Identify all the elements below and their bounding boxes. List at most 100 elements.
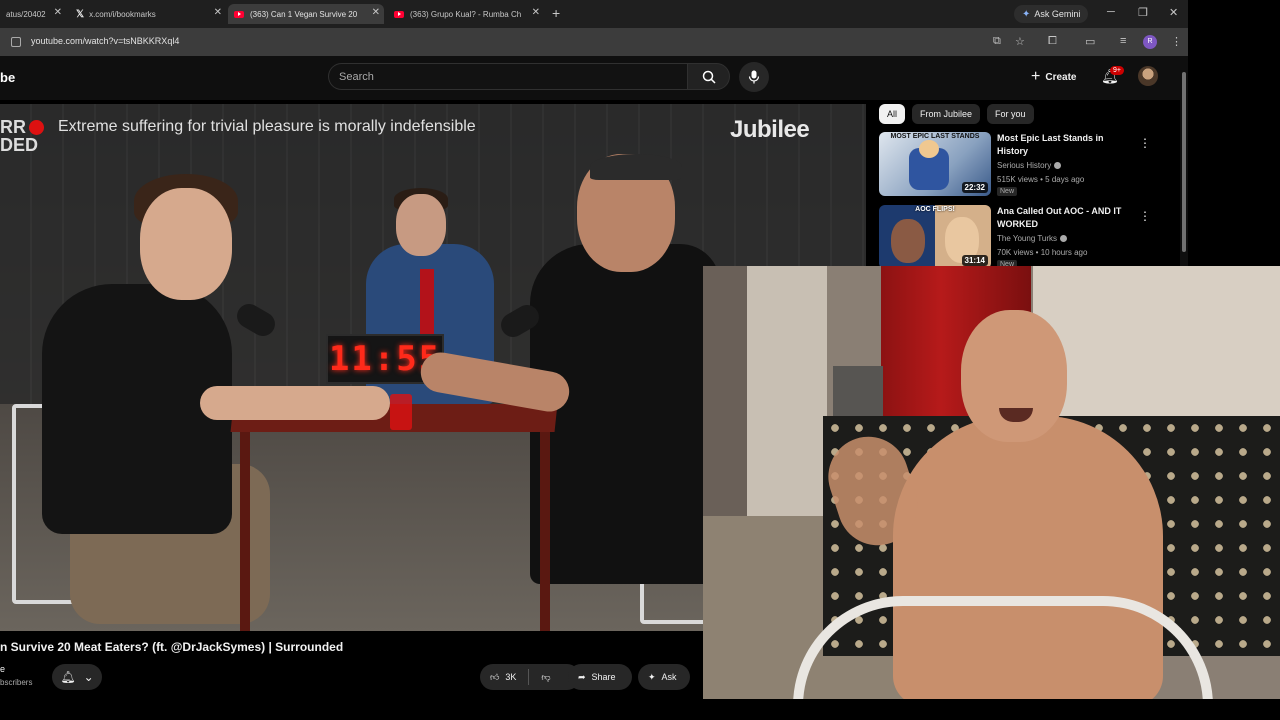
close-window-icon[interactable]: ✕ xyxy=(1169,6,1178,19)
tab-x-bookmarks[interactable]: 𝕏 x.com/i/bookmarks ✕ xyxy=(70,4,226,24)
page-scrollbar[interactable] xyxy=(1180,56,1188,266)
white-chair xyxy=(793,596,1213,699)
verified-check-icon xyxy=(1060,235,1068,243)
room-door xyxy=(747,266,827,526)
video-title: n Survive 20 Meat Eaters? (ft. @DrJackSy… xyxy=(0,640,344,654)
chip-from-jubilee[interactable]: From Jubilee xyxy=(912,104,981,124)
create-label: Create xyxy=(1045,71,1077,83)
recommendation-item[interactable]: MOST EPIC LAST STANDS 22:32 Most Epic La… xyxy=(879,132,1169,196)
voice-search-button[interactable] xyxy=(739,62,769,92)
close-icon[interactable]: ✕ xyxy=(214,7,222,18)
tab-label: (363) Grupo Kual? - Rumba Ch xyxy=(410,9,522,19)
more-menu-icon[interactable]: ⋮ xyxy=(1171,35,1182,48)
account-avatar[interactable] xyxy=(1138,66,1158,86)
video-thumbnail[interactable]: AOC FLIPS! 31:14 xyxy=(879,205,991,269)
tab-label: atus/20402 xyxy=(6,9,46,19)
restore-icon[interactable]: ❐ xyxy=(1138,6,1148,19)
channel-name[interactable]: e xyxy=(0,664,5,674)
url-field[interactable]: youtube.com/watch?v=tsNBKKRXql4 xyxy=(31,36,179,46)
table-leg xyxy=(240,432,250,631)
recommendation-channel[interactable]: The Young Turks xyxy=(997,234,1068,243)
thumbs-up-icon[interactable]: 👍︎ xyxy=(490,672,499,683)
like-count[interactable]: 3K xyxy=(505,672,516,682)
share-button[interactable]: ➦ Share xyxy=(568,664,632,690)
sidebar-icon[interactable]: ▭ xyxy=(1085,35,1095,48)
video-duration: 22:32 xyxy=(961,182,988,193)
left-debater-head xyxy=(140,188,232,300)
profile-avatar[interactable]: R xyxy=(1143,35,1157,49)
subscriber-count: bscribers xyxy=(0,678,33,687)
jubilee-watermark: Jubilee xyxy=(730,116,810,143)
verified-check-icon xyxy=(1054,162,1062,170)
sparkle-icon: ✦ xyxy=(648,671,656,682)
more-actions-icon[interactable]: ⋮ xyxy=(1139,209,1151,223)
webcam-overlay xyxy=(703,266,1280,699)
tab-youtube-grupo[interactable]: (363) Grupo Kual? - Rumba Ch ✕ xyxy=(388,4,544,24)
chevron-down-icon: ⌄ xyxy=(83,670,94,684)
filter-chips: All From Jubilee For you xyxy=(879,104,1034,124)
streamer-head xyxy=(961,310,1067,442)
moderator-head xyxy=(396,194,446,256)
create-button[interactable]: + Create xyxy=(1031,68,1076,86)
close-icon[interactable]: ✕ xyxy=(532,7,540,18)
ask-gemini-button[interactable]: ✦ Ask Gemini xyxy=(1014,5,1089,23)
bell-icon: 🔔︎ xyxy=(60,670,76,684)
media-controls-icon[interactable]: ≡ xyxy=(1120,35,1126,47)
right-debater-hair xyxy=(590,154,682,180)
search-button[interactable] xyxy=(687,63,730,90)
youtube-logo[interactable]: be xyxy=(0,70,15,85)
subscription-bell-button[interactable]: 🔔︎ ⌄ xyxy=(52,664,102,690)
search-input[interactable]: Search xyxy=(328,63,687,90)
more-actions-icon[interactable]: ⋮ xyxy=(1139,136,1151,150)
tab-label: x.com/i/bookmarks xyxy=(89,9,156,19)
extensions-icon[interactable]: ⧠ xyxy=(1048,35,1057,48)
desktop-background xyxy=(1188,0,1280,266)
cartoon-head xyxy=(919,140,939,158)
thumbnail-person-left xyxy=(891,219,925,263)
recommendation-title[interactable]: Ana Called Out AOC - AND IT WORKED xyxy=(997,205,1137,231)
youtube-favicon-icon xyxy=(394,10,404,18)
right-debater-figure xyxy=(530,244,720,584)
share-arrow-icon: ➦ xyxy=(578,671,586,682)
bookmark-star-icon[interactable]: ☆ xyxy=(1015,35,1025,48)
recommendation-channel[interactable]: Serious History xyxy=(997,161,1062,170)
video-duration: 31:14 xyxy=(961,255,988,266)
red-light xyxy=(390,394,412,430)
close-icon[interactable]: ✕ xyxy=(372,7,380,18)
chip-all[interactable]: All xyxy=(879,104,906,124)
table-leg xyxy=(540,432,550,631)
minimize-icon[interactable]: ─ xyxy=(1107,6,1115,18)
recommendation-title[interactable]: Most Epic Last Stands in History xyxy=(997,132,1137,158)
thumbs-down-icon[interactable]: 👎︎ xyxy=(541,672,550,683)
ask-gemini-label: Ask Gemini xyxy=(1034,9,1081,19)
tab-label: (363) Can 1 Vegan Survive 20 M xyxy=(250,9,360,19)
channel-label: The Young Turks xyxy=(997,234,1058,243)
microphone-icon xyxy=(748,70,760,84)
ask-label: Ask xyxy=(661,672,677,682)
channel-label: Serious History xyxy=(997,161,1052,170)
tab-youtube-vegan[interactable]: (363) Can 1 Vegan Survive 20 M ✕ xyxy=(228,4,384,24)
video-topic-caption: Extreme suffering for trivial pleasure i… xyxy=(58,118,476,135)
youtube-masthead: be Search + Create 🔔︎ 9+ xyxy=(0,56,1188,100)
recommendation-item[interactable]: AOC FLIPS! 31:14 Ana Called Out AOC - AN… xyxy=(879,205,1169,269)
chip-for-you[interactable]: For you xyxy=(987,104,1034,124)
left-debater-arm xyxy=(200,386,390,420)
ask-button[interactable]: ✦ Ask xyxy=(638,664,690,690)
address-bar: youtube.com/watch?v=tsNBKKRXql4 ⧉ ☆ ⧠ ▭ … xyxy=(0,28,1188,56)
plus-icon: + xyxy=(1031,68,1041,85)
record-dot-icon xyxy=(29,120,44,135)
notification-count-badge: 9+ xyxy=(1110,66,1124,75)
install-app-icon[interactable]: ⧉ xyxy=(993,35,1001,48)
tab-status[interactable]: atus/20402 ✕ xyxy=(0,4,66,24)
close-icon[interactable]: ✕ xyxy=(54,7,62,18)
recommendation-stats: 70K views • 10 hours ago xyxy=(997,248,1088,257)
surrounded-logo-bottom: DED xyxy=(0,135,39,155)
gemini-spark-icon: ✦ xyxy=(1022,8,1031,20)
video-thumbnail[interactable]: MOST EPIC LAST STANDS 22:32 xyxy=(879,132,991,196)
new-tab-button[interactable]: + xyxy=(552,5,560,21)
x-logo-icon: 𝕏 xyxy=(76,8,85,20)
share-label: Share xyxy=(591,672,616,682)
like-dislike-group: 👍︎ 3K 👎︎ xyxy=(480,664,580,690)
thumbnail-caption: MOST EPIC LAST STANDS xyxy=(890,133,980,140)
site-info-icon[interactable] xyxy=(11,37,21,47)
